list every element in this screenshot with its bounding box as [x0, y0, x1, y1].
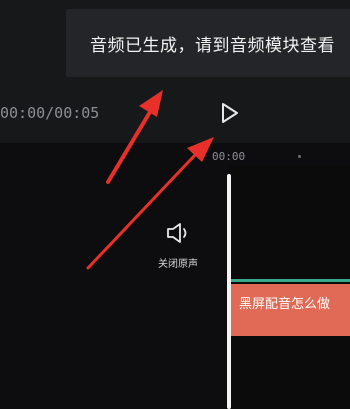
play-icon	[222, 103, 238, 123]
timeline-ruler-time: 00:00	[212, 150, 246, 163]
audio-track-line	[231, 279, 350, 282]
audio-clip[interactable]: 黑屏配音怎么做	[231, 284, 350, 336]
play-button[interactable]	[216, 100, 242, 126]
speaker-icon	[165, 220, 191, 246]
toast-notification: 音频已生成，请到音频模块查看	[66, 9, 350, 77]
audio-clip-label: 黑屏配音怎么做	[239, 297, 331, 312]
mute-original-button[interactable]: 关闭原声	[146, 218, 210, 274]
playback-time: 00:00/00:05	[0, 104, 100, 122]
mute-original-label: 关闭原声	[158, 259, 198, 270]
toast-message: 音频已生成，请到音频模块查看	[90, 36, 335, 56]
ruler-tick	[298, 155, 301, 158]
playhead[interactable]	[227, 174, 231, 409]
